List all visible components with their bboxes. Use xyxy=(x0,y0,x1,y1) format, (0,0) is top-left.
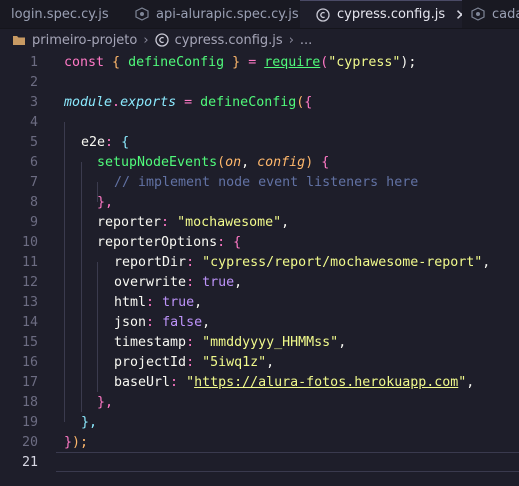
line-number: 13 xyxy=(21,294,38,310)
breadcrumb: primeiro-projeto › cypress.config.js › .… xyxy=(0,29,519,51)
line-number: 17 xyxy=(21,374,38,390)
code-line: 21 xyxy=(0,452,519,472)
js-file-icon xyxy=(471,7,485,21)
code-line: 11 reportDir: "cypress/report/mochawesom… xyxy=(0,252,519,272)
cypress-icon xyxy=(316,7,330,22)
code-line: 3 module.exports = defineConfig({ xyxy=(0,92,519,112)
code-line: 8 }, xyxy=(0,192,519,212)
code-line: 1 const { defineConfig } = require("cypr… xyxy=(0,52,519,72)
tab-label: cypress.config.js xyxy=(337,7,446,22)
line-number: 19 xyxy=(21,414,38,430)
tab-login-spec[interactable]: login.spec.cy.js xyxy=(0,0,122,28)
close-icon[interactable]: ✕ xyxy=(455,6,462,24)
line-number: 10 xyxy=(21,234,38,250)
line-number: 3 xyxy=(29,94,38,110)
code-line: 9 reporter: "mochawesome", xyxy=(0,212,519,232)
breadcrumb-file[interactable]: cypress.config.js xyxy=(175,33,283,48)
breadcrumb-more[interactable]: ... xyxy=(300,33,312,48)
line-number: 12 xyxy=(21,274,38,290)
tab-api-alurapic-spec[interactable]: api-alurapic.spec.cy.js xyxy=(123,0,299,28)
code-editor[interactable]: 1 const { defineConfig } = require("cypr… xyxy=(0,52,519,486)
js-file-icon xyxy=(135,7,149,21)
code-line: 13 html: true, xyxy=(0,292,519,312)
tab-cada[interactable]: cada xyxy=(463,0,519,28)
code-line: 18 }, xyxy=(0,392,519,412)
line-number: 20 xyxy=(21,434,38,450)
code-line: 19 }, xyxy=(0,412,519,432)
line-number: 2 xyxy=(29,74,38,90)
tab-label: login.spec.cy.js xyxy=(11,6,109,22)
line-number: 5 xyxy=(29,134,38,150)
code-line: 7 // implement node event listeners here xyxy=(0,172,519,192)
line-number: 4 xyxy=(29,114,38,130)
line-number: 15 xyxy=(21,334,38,350)
breadcrumb-folder[interactable]: primeiro-projeto xyxy=(32,33,137,48)
chevron-right-icon: › xyxy=(288,32,294,48)
cypress-icon xyxy=(154,33,169,47)
line-number: 6 xyxy=(29,154,38,170)
folder-icon xyxy=(12,34,26,46)
line-number: 1 xyxy=(29,54,38,70)
code-line: 10 reporterOptions: { xyxy=(0,232,519,252)
code-line: 20 }); xyxy=(0,432,519,452)
code-line: 5 e2e: { xyxy=(0,132,519,152)
code-line: 2 xyxy=(0,72,519,92)
code-line: 6 setupNodeEvents(on, config) { xyxy=(0,152,519,172)
code-line: 12 overwrite: true, xyxy=(0,272,519,292)
line-number: 16 xyxy=(21,354,38,370)
line-number: 9 xyxy=(29,214,38,230)
url-link[interactable]: https://alura-fotos.herokuapp.com xyxy=(194,375,458,390)
line-number: 18 xyxy=(21,394,38,410)
tab-label: cada xyxy=(492,6,519,22)
code-line: 15 timestamp: "mmddyyyy_HHMMss", xyxy=(0,332,519,352)
line-number: 8 xyxy=(29,194,38,210)
line-number: 21 xyxy=(21,454,38,470)
code-line: 16 projectId: "5iwq1z", xyxy=(0,352,519,372)
tab-cypress-config[interactable]: cypress.config.js ✕ xyxy=(300,0,462,28)
line-number: 7 xyxy=(29,174,38,190)
line-number: 14 xyxy=(21,314,38,330)
code-line: 14 json: false, xyxy=(0,312,519,332)
editor-tab-bar: login.spec.cy.js api-alurapic.spec.cy.js… xyxy=(0,0,519,29)
tab-label: api-alurapic.spec.cy.js xyxy=(156,6,299,22)
code-line: 4 xyxy=(0,112,519,132)
chevron-right-icon: › xyxy=(143,32,149,48)
line-number: 11 xyxy=(21,254,38,270)
code-line: 17 baseUrl: "https://alura-fotos.herokua… xyxy=(0,372,519,392)
